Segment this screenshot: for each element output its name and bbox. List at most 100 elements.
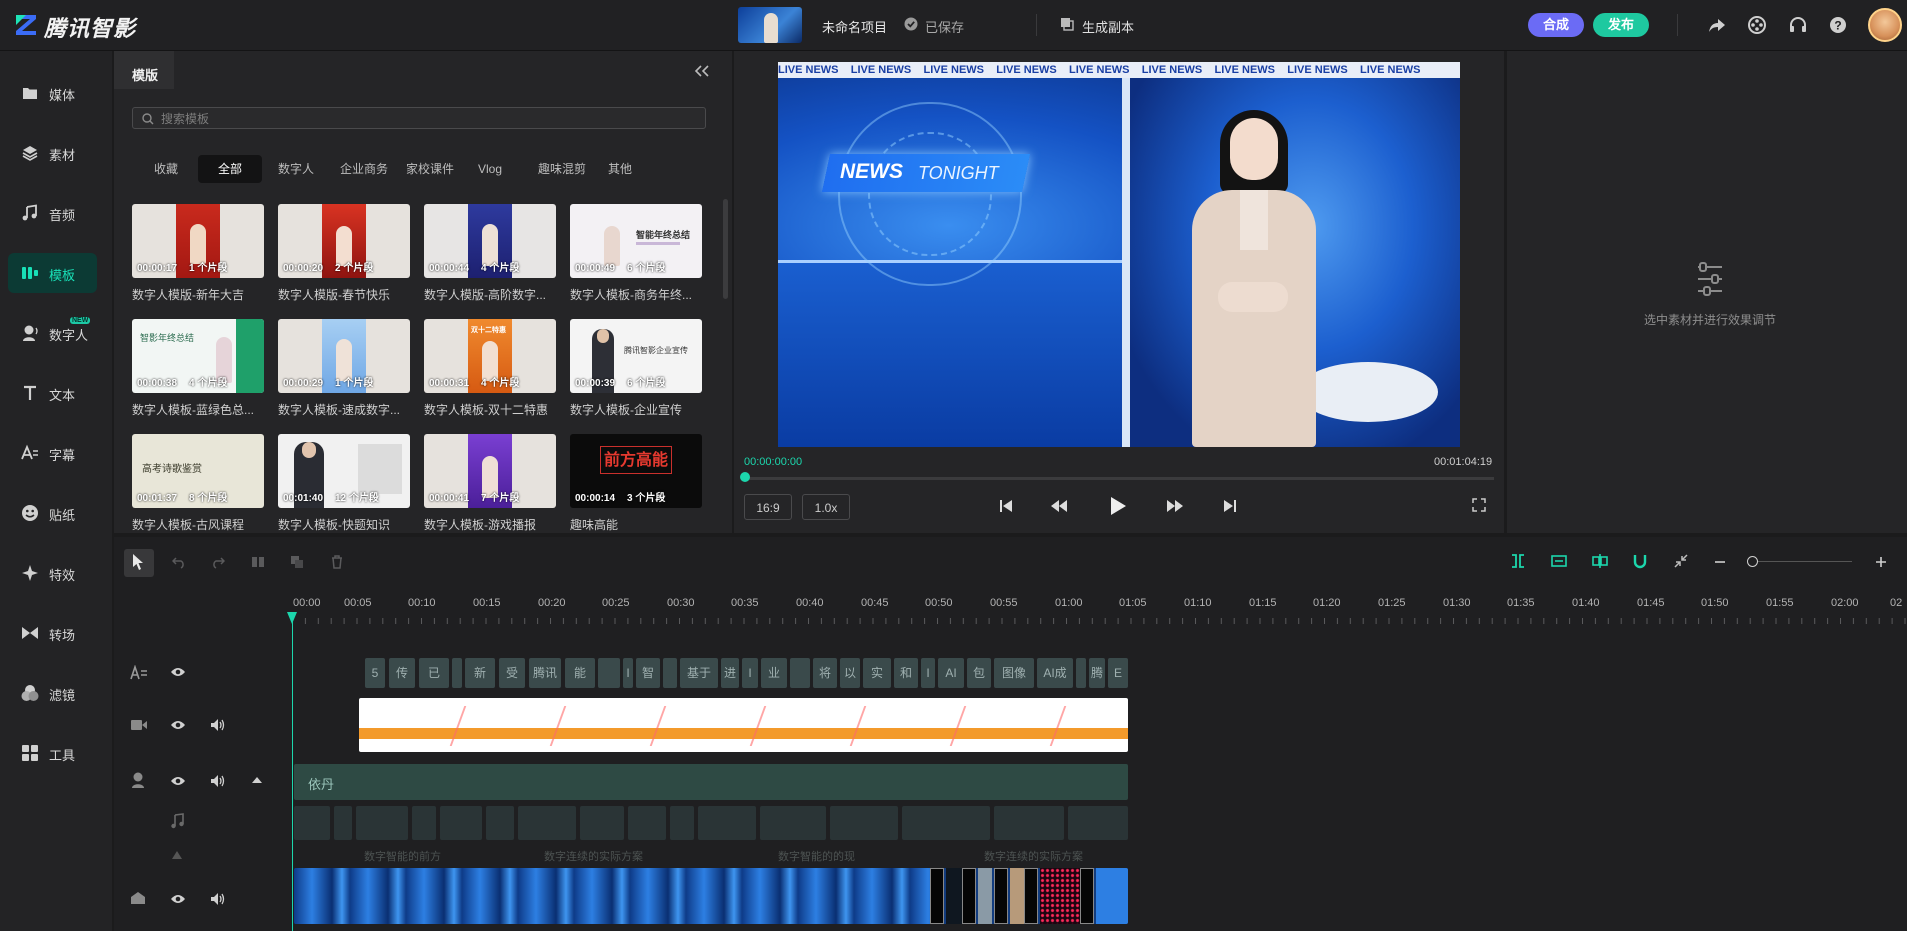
user-avatar[interactable] [1868,8,1902,42]
template-card[interactable]: 双十二特惠 00:00:31 4 个片段 数字人模板-双十二特惠 [424,319,556,417]
subtitle-clip[interactable]: 腾 [1089,658,1105,688]
magnet-icon[interactable] [1632,553,1648,569]
undo-icon[interactable] [172,555,186,569]
playback-head[interactable] [740,472,750,482]
link-tracks-icon[interactable] [1592,553,1608,569]
fast-forward-icon[interactable] [1166,498,1184,514]
redo-icon[interactable] [211,555,225,569]
category-all[interactable]: 全部 [198,155,262,183]
template-card[interactable]: 00:00:44 4 个片段 数字人模版-高阶数字... [424,204,556,302]
volume-icon[interactable] [209,773,225,789]
template-card[interactable]: 00:00:20 2 个片段 数字人模版-春节快乐 [278,204,410,302]
play-icon[interactable] [1108,495,1128,517]
help-icon[interactable]: ? [1828,15,1848,35]
chevron-up-icon[interactable] [251,776,263,784]
fit-track-icon[interactable] [1551,553,1567,569]
category-digital-human[interactable]: 数字人 [274,155,318,183]
subtitle-clip[interactable]: 新 [465,658,495,688]
collapse-panel-icon[interactable] [694,65,710,77]
zoom-out-icon[interactable] [1713,555,1727,569]
subtitle-clip[interactable]: 基于 [680,658,718,688]
subtitle-clip[interactable]: AI成 [1037,658,1073,688]
skip-start-icon[interactable] [998,498,1014,514]
category-school[interactable]: 家校课件 [400,155,460,183]
template-card[interactable]: 00:01:40 12 个片段 数字人模板-快题知识 [278,434,410,532]
volume-icon[interactable] [209,891,225,907]
subtitle-clip[interactable]: I [921,658,935,688]
speed-button[interactable]: 1.0x [802,494,850,520]
delete-icon[interactable] [330,555,344,569]
category-enterprise[interactable]: 企业商务 [334,155,394,183]
category-other[interactable]: 其他 [602,155,638,183]
subtitle-clip[interactable]: 传 [389,658,415,688]
video-track-clip[interactable] [359,698,1128,752]
subtitle-clip[interactable]: 智 [636,658,660,688]
subtitle-clip[interactable]: 包 [967,658,991,688]
timeline-playhead-handle[interactable] [287,612,297,624]
playback-progress[interactable] [744,477,1494,480]
category-fun-mix[interactable]: 趣味混剪 [532,155,592,183]
snap-icon[interactable] [1510,553,1526,569]
subtitle-clip[interactable] [790,658,810,688]
project-thumbnail[interactable] [738,7,802,43]
subtitle-clip[interactable]: 图像 [994,658,1034,688]
sidebar-item-sticker[interactable]: 贴纸 [8,493,97,533]
subtitle-clip[interactable]: 实 [863,658,891,688]
generate-copy-button[interactable]: 生成副本 [1082,17,1134,36]
template-card[interactable]: 智影年终总结 00:00:38 4 个片段 数字人模板-蓝绿色总... [132,319,264,417]
tab-template[interactable]: 模版 [132,65,158,84]
template-card[interactable]: 00:00:17 1 个片段 数字人模版-新年大吉 [132,204,264,302]
category-favorites[interactable]: 收藏 [144,155,188,183]
subtitle-clip[interactable]: I [742,658,758,688]
digital-human-clip[interactable] [294,764,1128,800]
sidebar-item-filter[interactable]: 滤镜 [8,673,97,713]
subtitle-clip[interactable]: 进 [721,658,739,688]
share-icon[interactable] [1707,15,1727,35]
subtitle-clip[interactable]: 将 [813,658,837,688]
sidebar-item-media[interactable]: 媒体 [8,73,97,113]
split-icon[interactable] [251,555,265,569]
sidebar-item-audio[interactable]: 音频 [8,193,97,233]
eye-icon[interactable] [170,666,186,678]
duplicate-icon[interactable] [290,555,304,569]
sidebar-item-subtitle[interactable]: 字幕 [8,433,97,473]
template-scrollbar[interactable] [723,199,728,299]
subtitle-clip[interactable] [1076,658,1086,688]
subtitle-clip[interactable]: 能 [565,658,595,688]
fullscreen-icon[interactable] [1472,498,1486,512]
subtitle-clip[interactable]: 受 [499,658,525,688]
template-card[interactable]: 腾讯智影企业宣传 00:00:39 6 个片段 数字人模板-企业宣传 [570,319,702,417]
project-name[interactable]: 未命名项目 [822,17,887,36]
template-card[interactable]: 高考诗歌鉴赏 00:01:37 8 个片段 数字人模板-古风课程 [132,434,264,532]
film-reel-icon[interactable] [1747,15,1767,35]
zoom-slider-handle[interactable] [1747,556,1758,567]
subtitle-clip[interactable]: E [1108,658,1128,688]
template-card[interactable]: 智能年终总结 00:00:49 6 个片段 数字人模板-商务年终... [570,204,702,302]
aspect-ratio-button[interactable]: 16:9 [744,494,792,520]
timeline-playhead[interactable] [292,612,293,931]
subtitle-clip[interactable]: 已 [419,658,449,688]
rewind-icon[interactable] [1050,498,1068,514]
subtitle-clip[interactable] [663,658,677,688]
zoom-slider-track[interactable] [1752,561,1852,562]
subtitle-clip[interactable] [598,658,620,688]
sidebar-item-digital-human[interactable]: 数字人 NEW [8,313,97,353]
sidebar-item-text[interactable]: 文本 [8,373,97,413]
subtitle-clip[interactable]: 5 [365,658,385,688]
sidebar-item-material[interactable]: 素材 [8,133,97,173]
headset-icon[interactable] [1788,15,1808,35]
sidebar-item-effects[interactable]: 特效 [8,553,97,593]
subtitle-clip[interactable]: I [623,658,633,688]
subtitle-clip[interactable]: 腾讯 [529,658,561,688]
volume-icon[interactable] [209,717,225,733]
sidebar-item-template[interactable]: 模板 [8,253,97,293]
subtitle-clip[interactable]: 业 [761,658,787,688]
template-card[interactable]: 前方高能 00:00:14 3 个片段 趣味高能 [570,434,702,532]
eye-icon[interactable] [170,775,186,787]
eye-icon[interactable] [170,893,186,905]
template-card[interactable]: 00:00:29 1 个片段 数字人模板-速成数字... [278,319,410,417]
sidebar-item-tools[interactable]: 工具 [8,733,97,773]
video-preview[interactable]: NEWS TONIGHT LIVE NEWS LIVE NEWS LIVE NE… [778,62,1460,447]
subtitle-clip[interactable]: AI [938,658,964,688]
zoom-in-icon[interactable] [1874,555,1888,569]
